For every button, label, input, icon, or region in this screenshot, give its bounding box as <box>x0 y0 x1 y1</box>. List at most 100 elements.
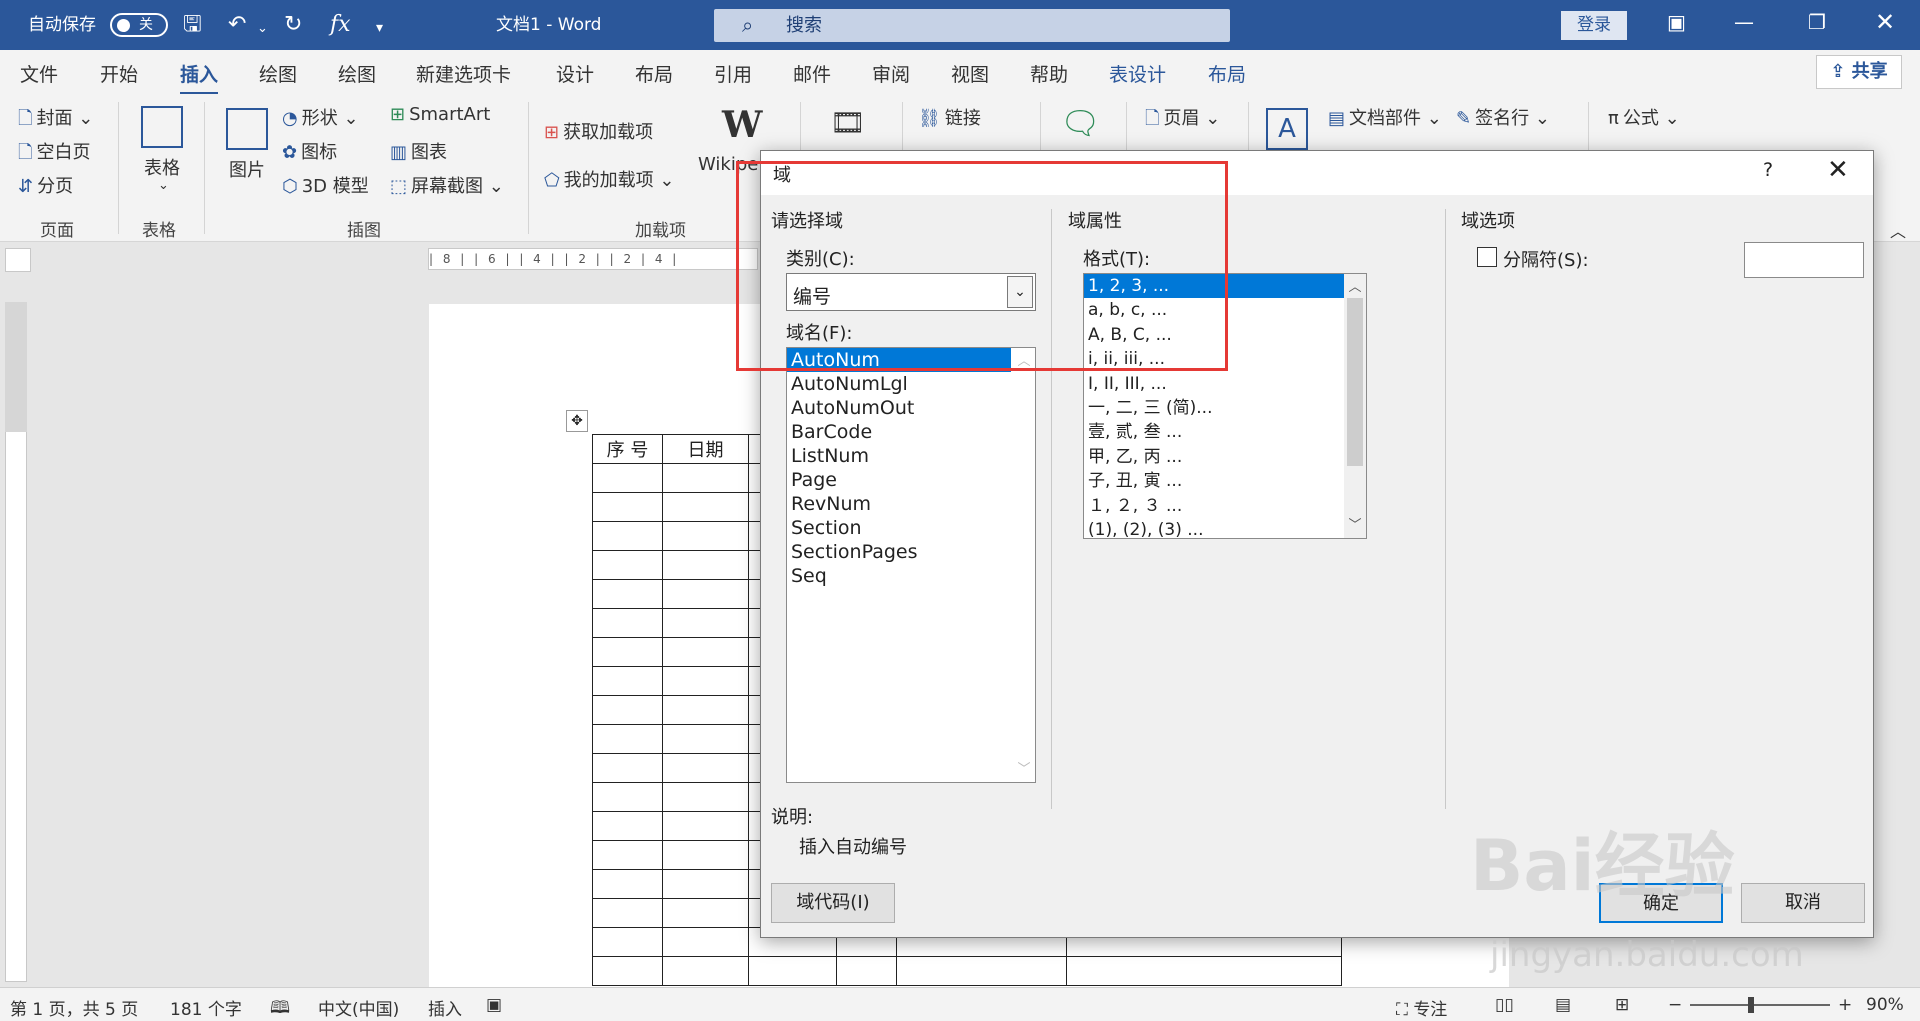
close-icon[interactable]: ✕ <box>1827 155 1849 185</box>
icons-button[interactable]: ✿ 图标 <box>282 138 337 164</box>
zoom-out-icon[interactable]: − <box>1668 995 1682 1015</box>
cancel-button[interactable]: 取消 <box>1741 883 1865 923</box>
table-cell[interactable] <box>662 898 749 928</box>
separator-input[interactable] <box>1744 242 1864 278</box>
autosave-toggle[interactable]: 关 <box>110 13 168 37</box>
table-cell[interactable] <box>662 753 749 783</box>
table-cell[interactable] <box>662 927 749 957</box>
chart-button[interactable]: ▥ 图表 <box>390 138 447 164</box>
text-box-icon[interactable]: A <box>1266 108 1308 150</box>
tab-draw-2[interactable]: 绘图 <box>338 60 376 87</box>
table-cell[interactable] <box>592 869 663 899</box>
tab-insert[interactable]: 插入 <box>180 60 219 95</box>
field-names-scrollbar[interactable]: ︿ ﹀ <box>1013 348 1035 782</box>
share-button[interactable]: ⇪ 共享 <box>1816 55 1902 89</box>
tab-file[interactable]: 文件 <box>20 60 58 87</box>
table-header-cell[interactable]: 日期 <box>662 434 749 464</box>
table-cell[interactable] <box>662 463 749 493</box>
field-codes-button[interactable]: 域代码(I) <box>771 883 895 923</box>
format-list[interactable]: 1, 2, 3, ... a, b, c, ... A, B, C, ... i, i… <box>1083 273 1367 539</box>
table-cell[interactable] <box>592 782 663 812</box>
tab-draw[interactable]: 绘图 <box>259 60 297 87</box>
table-dropdown-icon[interactable]: ⌄ <box>158 178 169 193</box>
search-box[interactable]: ⌕ 搜索 <box>714 9 1230 42</box>
table-cell[interactable] <box>662 811 749 841</box>
login-button[interactable]: 登录 <box>1561 11 1627 40</box>
format-item[interactable]: 1, 2, 3, ... <box>1084 274 1344 299</box>
table-cell[interactable] <box>592 840 663 870</box>
3d-models-button[interactable]: ⬡ 3D 模型 <box>282 172 369 198</box>
tab-table-layout[interactable]: 布局 <box>1208 60 1246 87</box>
language[interactable]: 中文(中国) <box>318 995 399 1020</box>
format-item[interactable]: i, ii, iii, ... <box>1084 347 1344 371</box>
word-count[interactable]: 181 个字 <box>170 995 242 1020</box>
page-break-button[interactable]: ⇵ 分页 <box>18 172 73 198</box>
field-name-item[interactable]: ListNum <box>787 444 1035 468</box>
zoom-slider-thumb[interactable] <box>1748 997 1754 1013</box>
picture-button-label[interactable]: 图片 <box>229 156 265 182</box>
field-name-item[interactable]: AutoNumOut <box>787 396 1035 420</box>
cover-page-button[interactable]: 🗋 封面 ⌄ <box>18 104 93 136</box>
shapes-button[interactable]: ◔ 形状 ⌄ <box>282 104 359 130</box>
table-cell[interactable] <box>592 492 663 522</box>
format-item[interactable]: １, ２, ３ ... <box>1084 494 1344 518</box>
table-cell[interactable] <box>662 724 749 754</box>
collapse-ribbon-icon[interactable]: ︿ <box>1890 218 1906 242</box>
table-cell[interactable] <box>662 695 749 725</box>
zoom-in-icon[interactable]: + <box>1838 995 1852 1015</box>
scroll-down-icon[interactable]: ﹀ <box>1013 758 1035 780</box>
tab-table-design[interactable]: 表设计 <box>1109 60 1166 87</box>
header-button[interactable]: 🗋 页眉 ⌄ <box>1145 104 1220 136</box>
field-name-item[interactable]: BarCode <box>787 420 1035 444</box>
screenshot-button[interactable]: ⬚ 屏幕截图 ⌄ <box>390 172 504 198</box>
chevron-down-icon[interactable]: ⌄ <box>1007 276 1033 308</box>
print-layout-icon[interactable]: ▤ <box>1555 995 1571 1015</box>
separator-checkbox[interactable] <box>1477 247 1497 267</box>
table-cell[interactable] <box>662 492 749 522</box>
wikipedia-label[interactable]: Wikipe <box>698 154 758 175</box>
field-name-item[interactable]: Page <box>787 468 1035 492</box>
online-video-icon[interactable]: 🎞 <box>830 106 866 139</box>
table-cell[interactable] <box>662 782 749 812</box>
zoom-slider[interactable] <box>1690 1004 1830 1006</box>
format-item[interactable]: 一, 二, 三 (简)... <box>1084 396 1344 420</box>
field-name-item[interactable]: AutoNumLgl <box>787 372 1035 396</box>
category-select[interactable]: 编号 ⌄ <box>786 273 1036 311</box>
table-button-label[interactable]: 表格 <box>144 154 180 180</box>
scrollbar-thumb[interactable] <box>1347 298 1363 466</box>
tab-view[interactable]: 视图 <box>951 60 989 87</box>
insert-function-icon[interactable]: fx <box>330 12 351 38</box>
document-parts-button[interactable]: ▤ 文档部件 ⌄ <box>1328 104 1442 130</box>
tab-selector[interactable] <box>5 248 31 272</box>
table-cell[interactable] <box>592 956 663 986</box>
format-item[interactable]: 子, 丑, 寅 ... <box>1084 469 1344 493</box>
format-item[interactable]: I, II, III, ... <box>1084 372 1344 396</box>
field-name-item[interactable]: AutoNum <box>787 348 1011 372</box>
format-item[interactable]: 甲, 乙, 丙 ... <box>1084 445 1344 469</box>
close-window-icon[interactable]: ✕ <box>1875 8 1895 36</box>
web-layout-icon[interactable]: ⊞ <box>1615 995 1629 1015</box>
my-addins-button[interactable]: ⬠ 我的加载项 ⌄ <box>544 166 674 192</box>
table-cell[interactable] <box>592 463 663 493</box>
smartart-button[interactable]: ⊞ SmartArt <box>390 104 490 125</box>
tab-new-tab[interactable]: 新建选项卡 <box>416 60 511 87</box>
customize-toolbar-icon[interactable]: ▾ <box>376 15 383 41</box>
table-cell[interactable] <box>662 956 749 986</box>
input-mode[interactable]: 插入 <box>428 995 462 1020</box>
format-item[interactable]: (1), (2), (3) ... <box>1084 518 1344 538</box>
table-cell[interactable] <box>592 898 663 928</box>
table-cell[interactable] <box>592 666 663 696</box>
undo-icon[interactable]: ↶ <box>228 12 246 38</box>
undo-dropdown-icon[interactable]: ⌄ <box>257 16 268 42</box>
picture-icon[interactable] <box>226 108 268 150</box>
scroll-up-icon[interactable]: ︿ <box>1013 350 1035 372</box>
table-icon[interactable] <box>141 106 183 148</box>
table-cell[interactable] <box>662 666 749 696</box>
get-addins-button[interactable]: ⊞ 获取加载项 <box>544 118 653 144</box>
table-cell[interactable] <box>662 608 749 638</box>
tab-home[interactable]: 开始 <box>100 60 138 87</box>
signature-line-button[interactable]: ✎ 签名行 ⌄ <box>1456 104 1550 130</box>
format-item[interactable]: a, b, c, ... <box>1084 298 1344 322</box>
format-item[interactable]: 壹, 贰, 叁 ... <box>1084 420 1344 444</box>
blank-page-button[interactable]: 🗋 空白页 <box>18 138 90 170</box>
